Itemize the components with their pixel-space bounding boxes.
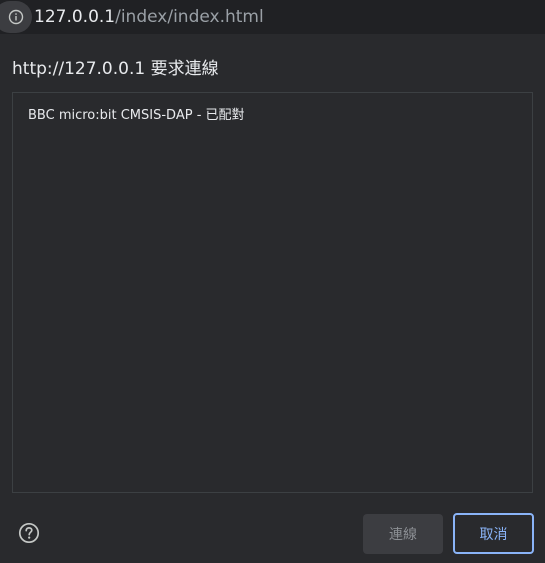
- connect-button[interactable]: 連線: [363, 514, 443, 554]
- url-text: 127.0.0.1/index/index.html: [34, 6, 264, 28]
- device-chooser-dialog: 127.0.0.1/index/index.html http://127.0.…: [0, 0, 545, 563]
- help-icon[interactable]: [18, 522, 40, 544]
- url-path: /index/index.html: [115, 7, 264, 27]
- info-icon: [8, 9, 24, 25]
- site-info-button[interactable]: [0, 1, 32, 33]
- cancel-button[interactable]: 取消: [453, 513, 534, 554]
- url-bar: 127.0.0.1/index/index.html: [0, 0, 545, 34]
- dialog-title: http://127.0.0.1 要求連線: [12, 59, 219, 79]
- device-list-item[interactable]: BBC micro:bit CMSIS-DAP - 已配對: [28, 106, 245, 126]
- device-list[interactable]: BBC micro:bit CMSIS-DAP - 已配對: [12, 92, 533, 493]
- url-host: 127.0.0.1: [34, 7, 116, 27]
